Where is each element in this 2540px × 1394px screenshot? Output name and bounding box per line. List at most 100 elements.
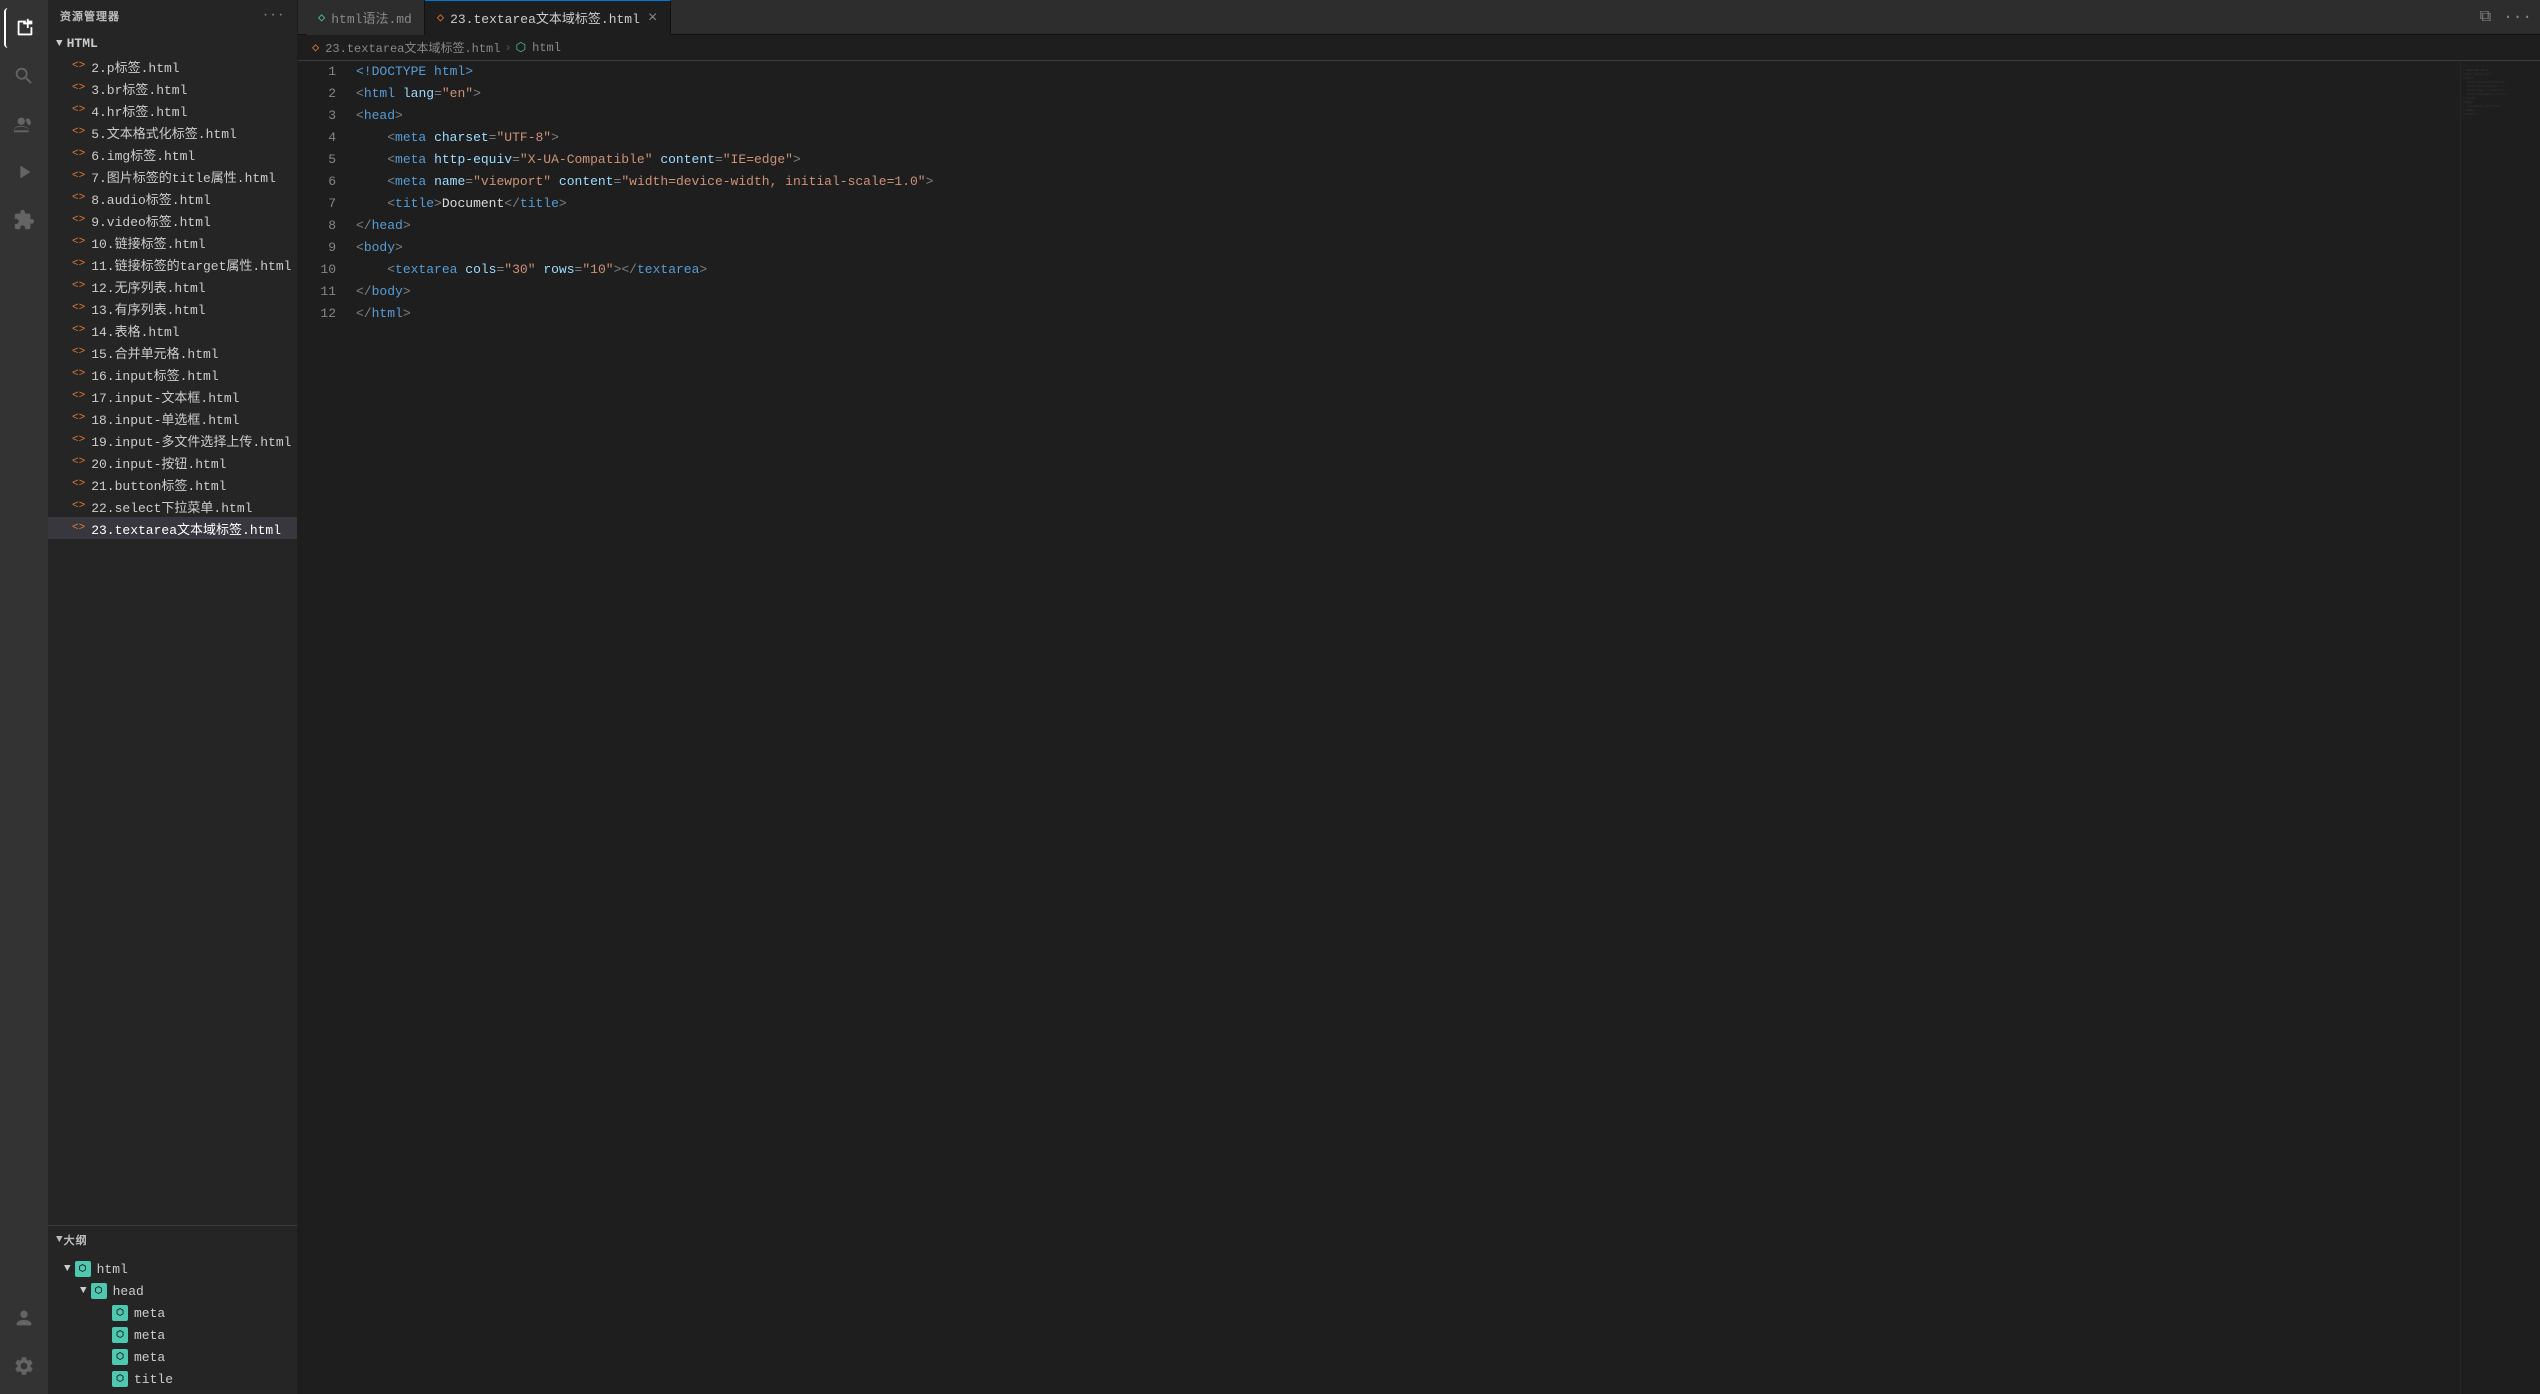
outline-header[interactable]: ▼ 大纲 — [48, 1226, 297, 1254]
tab-html-close[interactable]: × — [648, 10, 658, 26]
source-control-icon[interactable] — [4, 104, 44, 144]
outline-head-chevron: ▼ — [80, 1285, 87, 1297]
explorer-icon[interactable] — [4, 8, 44, 48]
file-icon-18: <> — [72, 412, 85, 424]
file-label-13: 13.有序列表.html — [91, 299, 205, 318]
code-line-3: 3 <head> — [298, 105, 2460, 127]
outline-meta3-label: meta — [134, 1350, 165, 1365]
search-icon[interactable] — [4, 56, 44, 96]
line-number-4: 4 — [298, 127, 348, 149]
file-label-4: 4.hr标签.html — [91, 101, 187, 120]
file-label-6: 6.img标签.html — [91, 145, 195, 164]
line-content-7: <title>Document</title> — [348, 193, 2460, 215]
file-icon-10: <> — [72, 236, 85, 248]
account-icon[interactable] — [4, 1298, 44, 1338]
code-line-7: 7 <title>Document</title> — [298, 193, 2460, 215]
file-item-14[interactable]: <> 14.表格.html — [48, 319, 297, 341]
file-item-22[interactable]: <> 22.select下拉菜单.html — [48, 495, 297, 517]
outline-item-html[interactable]: ▼ ⬡ html — [48, 1258, 297, 1280]
html-section-header[interactable]: ▼ HTML — [48, 32, 297, 55]
more-actions-icon[interactable]: ··· — [2503, 8, 2532, 26]
line-number-6: 6 — [298, 171, 348, 193]
file-item-4[interactable]: <> 4.hr标签.html — [48, 99, 297, 121]
outline-head-label: head — [113, 1284, 144, 1299]
extensions-icon[interactable] — [4, 200, 44, 240]
file-item-7[interactable]: <> 7.图片标签的title属性.html — [48, 165, 297, 187]
file-label-9: 9.video标签.html — [91, 211, 211, 230]
line-number-5: 5 — [298, 149, 348, 171]
file-item-20[interactable]: <> 20.input-按钮.html — [48, 451, 297, 473]
line-number-1: 1 — [298, 61, 348, 83]
line-content-8: </head> — [348, 215, 2460, 237]
file-item-19[interactable]: <> 19.input-多文件选择上传.html — [48, 429, 297, 451]
file-icon-5: <> — [72, 126, 85, 138]
sidebar-header: 资源管理器 ··· — [48, 0, 297, 32]
file-label-3: 3.br标签.html — [91, 79, 187, 98]
file-label-16: 16.input标签.html — [91, 365, 218, 384]
file-item-15[interactable]: <> 15.合并单元格.html — [48, 341, 297, 363]
file-icon-16: <> — [72, 368, 85, 380]
file-item-2[interactable]: <> 2.p标签.html — [48, 55, 297, 77]
sidebar-more-icon[interactable]: ··· — [262, 10, 285, 22]
outline-item-meta1[interactable]: ⬡ meta — [48, 1302, 297, 1324]
tab-md[interactable]: ◇ html语法.md — [306, 0, 425, 35]
outline-item-title[interactable]: ⬡ title — [48, 1368, 297, 1390]
tab-html[interactable]: ◇ 23.textarea文本域标签.html × — [425, 0, 671, 35]
outline-html-icon: ⬡ — [75, 1261, 91, 1277]
split-editor-icon[interactable]: ⧉ — [2480, 8, 2491, 26]
outline-item-meta2[interactable]: ⬡ meta — [48, 1324, 297, 1346]
code-line-10: 10 <textarea cols="30" rows="10"></texta… — [298, 259, 2460, 281]
line-content-3: <head> — [348, 105, 2460, 127]
file-icon-4: <> — [72, 104, 85, 116]
file-label-15: 15.合并单元格.html — [91, 343, 218, 362]
file-item-11[interactable]: <> 11.链接标签的target属性.html — [48, 253, 297, 275]
tab-bar: ◇ html语法.md ◇ 23.textarea文本域标签.html × ⧉ … — [298, 0, 2540, 35]
line-number-11: 11 — [298, 281, 348, 303]
run-debug-icon[interactable] — [4, 152, 44, 192]
minimap: <!DOCTYPE html> <html lang="en"> <head> … — [2460, 61, 2540, 1394]
code-line-8: 8 </head> — [298, 215, 2460, 237]
file-item-13[interactable]: <> 13.有序列表.html — [48, 297, 297, 319]
tab-html-icon: ◇ — [437, 10, 444, 25]
file-icon-21: <> — [72, 478, 85, 490]
code-line-12: 12 </html> — [298, 303, 2460, 325]
file-icon-15: <> — [72, 346, 85, 358]
file-label-5: 5.文本格式化标签.html — [91, 123, 237, 142]
file-item-10[interactable]: <> 10.链接标签.html — [48, 231, 297, 253]
line-number-8: 8 — [298, 215, 348, 237]
file-item-3[interactable]: <> 3.br标签.html — [48, 77, 297, 99]
file-item-12[interactable]: <> 12.无序列表.html — [48, 275, 297, 297]
file-item-6[interactable]: <> 6.img标签.html — [48, 143, 297, 165]
line-number-7: 7 — [298, 193, 348, 215]
line-number-9: 9 — [298, 237, 348, 259]
code-line-2: 2 <html lang="en"> — [298, 83, 2460, 105]
code-line-5: 5 <meta http-equiv="X-UA-Compatible" con… — [298, 149, 2460, 171]
file-item-17[interactable]: <> 17.input-文本框.html — [48, 385, 297, 407]
sidebar: 资源管理器 ··· ▼ HTML <> 2.p标签.html <> 3.br标签… — [48, 0, 298, 1394]
breadcrumb-symbol-icon: ⬡ — [516, 40, 526, 55]
settings-icon[interactable] — [4, 1346, 44, 1386]
line-content-12: </html> — [348, 303, 2460, 325]
outline-item-meta3[interactable]: ⬡ meta — [48, 1346, 297, 1368]
outline-item-head[interactable]: ▼ ⬡ head — [48, 1280, 297, 1302]
file-tree: ▼ HTML <> 2.p标签.html <> 3.br标签.html <> 4… — [48, 32, 297, 1225]
code-line-4: 4 <meta charset="UTF-8"> — [298, 127, 2460, 149]
breadcrumb-file-icon: ◇ — [312, 40, 319, 55]
outline-meta2-label: meta — [134, 1328, 165, 1343]
code-editor[interactable]: 1 <!DOCTYPE html> 2 <html lang="en"> 3 <… — [298, 61, 2460, 1394]
file-icon-23: <> — [72, 522, 85, 534]
file-item-5[interactable]: <> 5.文本格式化标签.html — [48, 121, 297, 143]
file-item-23[interactable]: <> 23.textarea文本域标签.html — [48, 517, 297, 539]
file-label-17: 17.input-文本框.html — [91, 387, 239, 406]
file-label-18: 18.input-单选框.html — [91, 409, 239, 428]
tab-html-label: 23.textarea文本域标签.html — [450, 8, 640, 27]
file-item-16[interactable]: <> 16.input标签.html — [48, 363, 297, 385]
file-item-8[interactable]: <> 8.audio标签.html — [48, 187, 297, 209]
file-item-21[interactable]: <> 21.button标签.html — [48, 473, 297, 495]
outline-chevron: ▼ — [56, 1234, 64, 1246]
outline-title-label: title — [134, 1372, 173, 1387]
file-item-9[interactable]: <> 9.video标签.html — [48, 209, 297, 231]
outline-tree: ▼ ⬡ html ▼ ⬡ head ⬡ meta — [48, 1254, 297, 1394]
file-item-18[interactable]: <> 18.input-单选框.html — [48, 407, 297, 429]
file-label-8: 8.audio标签.html — [91, 189, 211, 208]
